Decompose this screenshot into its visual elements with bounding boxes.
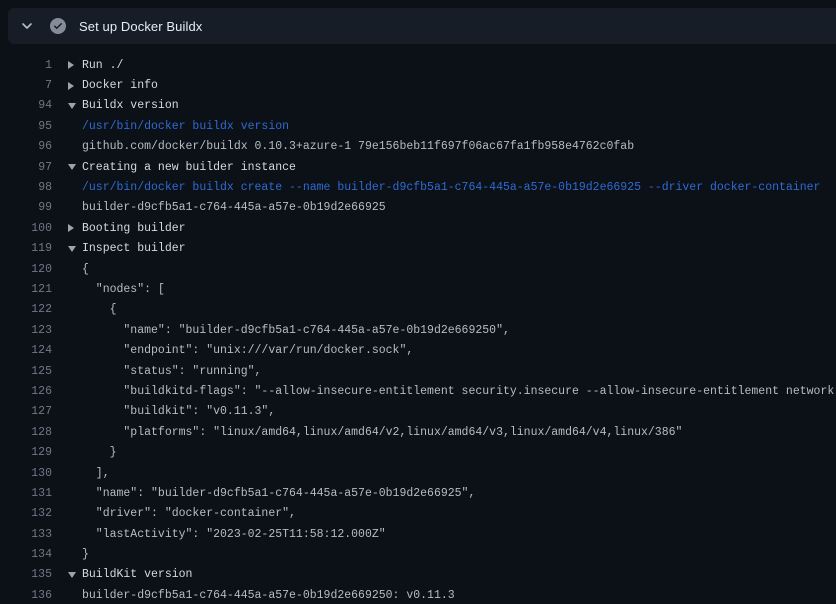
caret-collapsed-icon xyxy=(68,82,74,90)
caret-expanded-icon xyxy=(68,103,76,109)
log-line: 136 builder-d9cfb5a1-c764-445a-a57e-0b19… xyxy=(0,585,836,604)
log-group-line[interactable]: 94 Buildx version xyxy=(0,96,836,116)
log-group-line[interactable]: 1 Run ./ xyxy=(0,55,836,75)
log-line: 134 } xyxy=(0,544,836,564)
log-line: 133 "lastActivity": "2023-02-25T11:58:12… xyxy=(0,524,836,544)
log-line: 128 "platforms": "linux/amd64,linux/amd6… xyxy=(0,422,836,442)
log-line-text: "driver": "docker-container", xyxy=(82,507,296,520)
log-line: 125 "status": "running", xyxy=(0,361,836,381)
log-line: 130 ], xyxy=(0,463,836,483)
log-line: 123 "name": "builder-d9cfb5a1-c764-445a-… xyxy=(0,320,836,340)
log-group-line[interactable]: 7 Docker info xyxy=(0,75,836,95)
log-line-number[interactable]: 97 xyxy=(0,161,52,174)
log-line-text: "nodes": [ xyxy=(82,283,165,296)
caret-expanded-icon xyxy=(68,164,76,170)
log-line-text: Booting builder xyxy=(82,222,186,235)
caret-collapsed-icon xyxy=(68,61,74,69)
log-line-text: } xyxy=(82,446,117,459)
log-line-number[interactable]: 121 xyxy=(0,283,52,296)
log-line-text: ], xyxy=(82,467,110,480)
log-lines: 1 Run ./ 7 Docker info 94 Buildx version… xyxy=(0,44,836,604)
log-line-number[interactable]: 98 xyxy=(0,181,52,194)
log-line-number[interactable]: 127 xyxy=(0,405,52,418)
step-title: Set up Docker Buildx xyxy=(79,19,202,34)
log-line: 99 builder-d9cfb5a1-c764-445a-a57e-0b19d… xyxy=(0,198,836,218)
log-line-text: /usr/bin/docker buildx version xyxy=(82,120,289,133)
log-line: 122 { xyxy=(0,300,836,320)
log-line-number[interactable]: 135 xyxy=(0,568,52,581)
log-line-number[interactable]: 99 xyxy=(0,201,52,214)
log-line-number[interactable]: 120 xyxy=(0,263,52,276)
log-line-number[interactable]: 126 xyxy=(0,385,52,398)
log-line-number[interactable]: 134 xyxy=(0,548,52,561)
log-line-text: "buildkit": "v0.11.3", xyxy=(82,405,275,418)
log-line-text: "status": "running", xyxy=(82,365,261,378)
chevron-down-icon[interactable] xyxy=(20,19,34,33)
log-line-text: builder-d9cfb5a1-c764-445a-a57e-0b19d2e6… xyxy=(82,201,386,214)
log-line-text: { xyxy=(82,263,89,276)
log-line-number[interactable]: 119 xyxy=(0,242,52,255)
log-line-number[interactable]: 123 xyxy=(0,324,52,337)
log-line-number[interactable]: 96 xyxy=(0,140,52,153)
log-line-text: Inspect builder xyxy=(82,242,186,255)
log-line-number[interactable]: 132 xyxy=(0,507,52,520)
caret-expanded-icon xyxy=(68,246,76,252)
log-line-number[interactable]: 136 xyxy=(0,589,52,602)
log-line-number[interactable]: 1 xyxy=(0,59,52,72)
log-line-number[interactable]: 100 xyxy=(0,222,52,235)
log-group-line[interactable]: 100 Booting builder xyxy=(0,218,836,238)
log-line-number[interactable]: 133 xyxy=(0,528,52,541)
log-line-text: Docker info xyxy=(82,79,158,92)
log-line: 120 { xyxy=(0,259,836,279)
log-line: 95 /usr/bin/docker buildx version xyxy=(0,116,836,136)
log-line-text: /usr/bin/docker buildx create --name bui… xyxy=(82,181,820,194)
log-group-line[interactable]: 135 BuildKit version xyxy=(0,565,836,585)
log-line-text: builder-d9cfb5a1-c764-445a-a57e-0b19d2e6… xyxy=(82,589,455,602)
log-line-text: "name": "builder-d9cfb5a1-c764-445a-a57e… xyxy=(82,324,510,337)
log-line-text: github.com/docker/buildx 0.10.3+azure-1 … xyxy=(82,140,634,153)
step-header[interactable]: Set up Docker Buildx xyxy=(8,8,836,44)
caret-collapsed-icon xyxy=(68,224,74,232)
log-line: 96 github.com/docker/buildx 0.10.3+azure… xyxy=(0,137,836,157)
log-line: 127 "buildkit": "v0.11.3", xyxy=(0,402,836,422)
log-line-number[interactable]: 122 xyxy=(0,303,52,316)
log-line-text: "lastActivity": "2023-02-25T11:58:12.000… xyxy=(82,528,386,541)
log-line-text: } xyxy=(82,548,89,561)
log-line-text: Creating a new builder instance xyxy=(82,161,296,174)
log-line-text: BuildKit version xyxy=(82,568,192,581)
log-line-number[interactable]: 130 xyxy=(0,467,52,480)
log-line: 126 "buildkitd-flags": "--allow-insecure… xyxy=(0,381,836,401)
log-line-text: "buildkitd-flags": "--allow-insecure-ent… xyxy=(82,385,834,398)
caret-expanded-icon xyxy=(68,572,76,578)
log-line: 129 } xyxy=(0,442,836,462)
log-line-number[interactable]: 94 xyxy=(0,99,52,112)
log-line-text: "name": "builder-d9cfb5a1-c764-445a-a57e… xyxy=(82,487,475,500)
log-line-text: { xyxy=(82,303,117,316)
log-line: 132 "driver": "docker-container", xyxy=(0,504,836,524)
log-line-text: "platforms": "linux/amd64,linux/amd64/v2… xyxy=(82,426,682,439)
log-line: 121 "nodes": [ xyxy=(0,279,836,299)
log-line-text: Buildx version xyxy=(82,99,179,112)
log-line-number[interactable]: 128 xyxy=(0,426,52,439)
log-line-number[interactable]: 131 xyxy=(0,487,52,500)
log-line-number[interactable]: 129 xyxy=(0,446,52,459)
log-line-number[interactable]: 95 xyxy=(0,120,52,133)
log-line-text: Run ./ xyxy=(82,59,123,72)
log-group-line[interactable]: 119 Inspect builder xyxy=(0,239,836,259)
log-group-line[interactable]: 97 Creating a new builder instance xyxy=(0,157,836,177)
log-line-number[interactable]: 7 xyxy=(0,79,52,92)
log-line: 98 /usr/bin/docker buildx create --name … xyxy=(0,177,836,197)
log-line-number[interactable]: 124 xyxy=(0,344,52,357)
log-line: 131 "name": "builder-d9cfb5a1-c764-445a-… xyxy=(0,483,836,503)
status-check-circle-icon xyxy=(50,18,66,34)
log-line: 124 "endpoint": "unix:///var/run/docker.… xyxy=(0,340,836,360)
log-line-number[interactable]: 125 xyxy=(0,365,52,378)
log-line-text: "endpoint": "unix:///var/run/docker.sock… xyxy=(82,344,413,357)
